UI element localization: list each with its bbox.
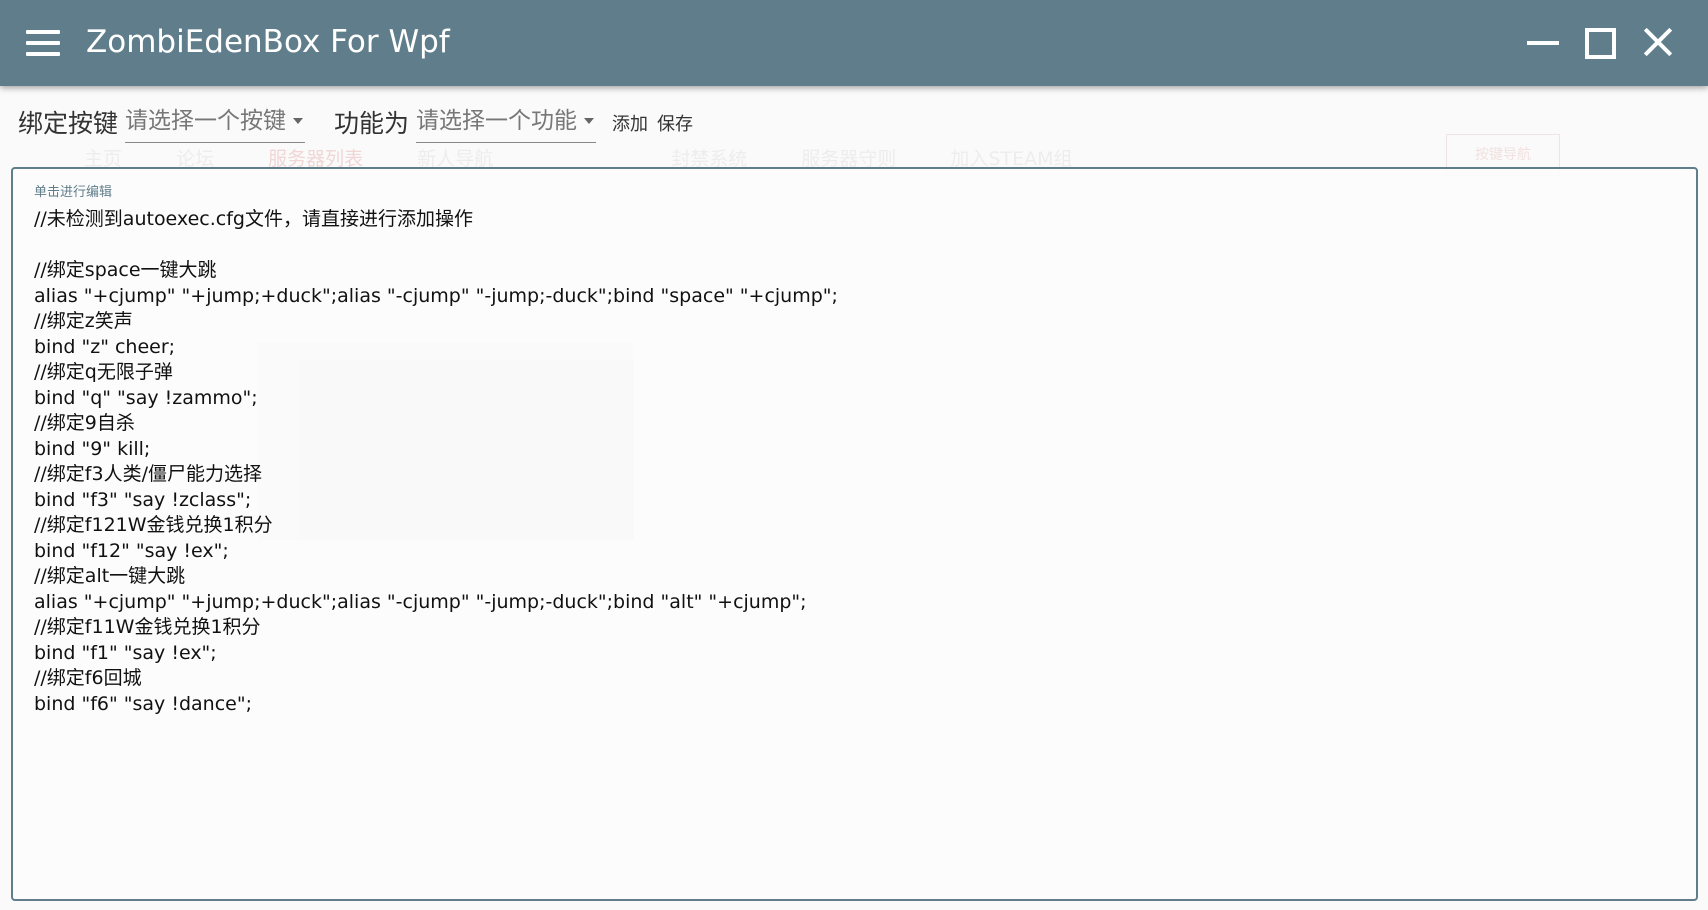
config-editor[interactable]: 单击进行编辑 //未检测到autoexec.cfg文件，请直接进行添加操作 //… bbox=[11, 167, 1698, 901]
editor-content[interactable]: //未检测到autoexec.cfg文件，请直接进行添加操作 //绑定space… bbox=[34, 207, 1674, 717]
bind-key-placeholder: 请选择一个按键 bbox=[125, 108, 286, 134]
function-placeholder: 请选择一个功能 bbox=[416, 108, 577, 134]
bind-key-select[interactable]: 请选择一个按键 bbox=[125, 104, 305, 143]
save-button[interactable]: 保存 bbox=[657, 110, 693, 136]
window-title: ZombiEdenBox For Wpf bbox=[86, 24, 450, 60]
add-button[interactable]: 添加 bbox=[612, 110, 648, 136]
function-select[interactable]: 请选择一个功能 bbox=[416, 104, 596, 143]
chevron-down-icon bbox=[293, 118, 303, 124]
chevron-down-icon bbox=[584, 118, 594, 124]
bind-key-label: 绑定按键 bbox=[18, 109, 119, 138]
close-icon[interactable] bbox=[1638, 22, 1678, 62]
title-bar: ZombiEdenBox For Wpf bbox=[0, 0, 1708, 86]
hamburger-menu-icon[interactable] bbox=[26, 30, 60, 56]
editor-hint: 单击进行编辑 bbox=[34, 185, 113, 200]
toolbar: 绑定按键 请选择一个按键 功能为 请选择一个功能 添加 保存 bbox=[0, 86, 1708, 146]
function-label: 功能为 bbox=[334, 109, 410, 138]
minimize-icon[interactable] bbox=[1522, 22, 1562, 62]
maximize-icon[interactable] bbox=[1580, 22, 1620, 62]
